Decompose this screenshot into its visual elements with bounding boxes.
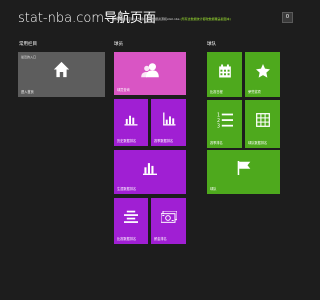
tile-standings[interactable]: 1 2 3 赛季排名: [207, 100, 242, 148]
tile-history-stats-label: 历史数据排名: [117, 139, 137, 143]
users-icon: [141, 63, 159, 78]
section-title-players: 球员: [114, 42, 123, 47]
tile-home-sublabel: 最近的入口: [21, 55, 37, 59]
tagline-text: 领略赛由北京新以方领以提供数据资源和stat-nba: [113, 17, 180, 21]
tile-home[interactable]: 最近的入口 进入首页: [18, 52, 105, 97]
tile-season-stats[interactable]: 赛季数据排名: [151, 99, 186, 146]
tile-career-stats-label: 生涯数据排名: [117, 187, 137, 191]
list-icon: [124, 211, 138, 224]
tile-history-stats[interactable]: 历史数据排名: [114, 99, 148, 146]
money-icon: [160, 211, 177, 224]
svg-text:1: 1: [217, 113, 220, 119]
table-icon: [255, 113, 270, 128]
page-tagline: 领略赛由北京新以方领以提供数据资源和stat-nba (所有这数据统计都较数据覆…: [113, 17, 231, 21]
home-icon: [53, 61, 70, 78]
tile-season-stats-label: 赛季数据排名: [154, 139, 174, 143]
tile-franchise-label: 球队: [210, 187, 217, 191]
tile-career-stats[interactable]: 生涯数据排名: [114, 150, 186, 194]
tile-award[interactable]: 荣誉奖项: [245, 52, 280, 97]
corner-button[interactable]: 0: [282, 12, 293, 23]
bar-chart-icon: [143, 163, 157, 176]
tile-team-stats[interactable]: 球队数据排名: [245, 100, 280, 148]
tile-schedule-label: 比赛日程: [210, 90, 223, 94]
numbered-list-icon: 1 2 3: [217, 113, 233, 128]
section-title-common: 常用栏目: [19, 42, 37, 47]
star-icon: [255, 63, 270, 78]
tile-player-query[interactable]: 球员查询: [114, 52, 186, 95]
bar-chart-icon: [162, 112, 175, 126]
tile-game-ranking[interactable]: 比赛数据排名: [114, 198, 148, 244]
tile-salary-ranking-label: 薪金排名: [154, 237, 167, 241]
section-title-teams: 球队: [207, 42, 216, 47]
tile-schedule[interactable]: 比赛日程: [207, 52, 242, 97]
tile-game-ranking-label: 比赛数据排名: [117, 237, 137, 241]
svg-text:3: 3: [217, 124, 220, 128]
calendar-icon: [218, 64, 231, 78]
tile-player-query-label: 球员查询: [117, 88, 130, 92]
tile-team-stats-label: 球队数据排名: [248, 141, 268, 145]
tile-franchise[interactable]: 球队: [207, 150, 280, 194]
svg-text:2: 2: [217, 118, 220, 124]
tile-home-label: 进入首页: [21, 90, 34, 94]
tile-standings-label: 赛季排名: [210, 141, 223, 145]
flag-icon: [237, 161, 250, 176]
tagline-highlight: (所有这数据统计都较数据覆盖截图本): [180, 17, 231, 21]
tile-salary-ranking[interactable]: 薪金排名: [151, 198, 186, 244]
tile-award-label: 荣誉奖项: [248, 90, 261, 94]
bar-chart-icon: [124, 115, 138, 126]
